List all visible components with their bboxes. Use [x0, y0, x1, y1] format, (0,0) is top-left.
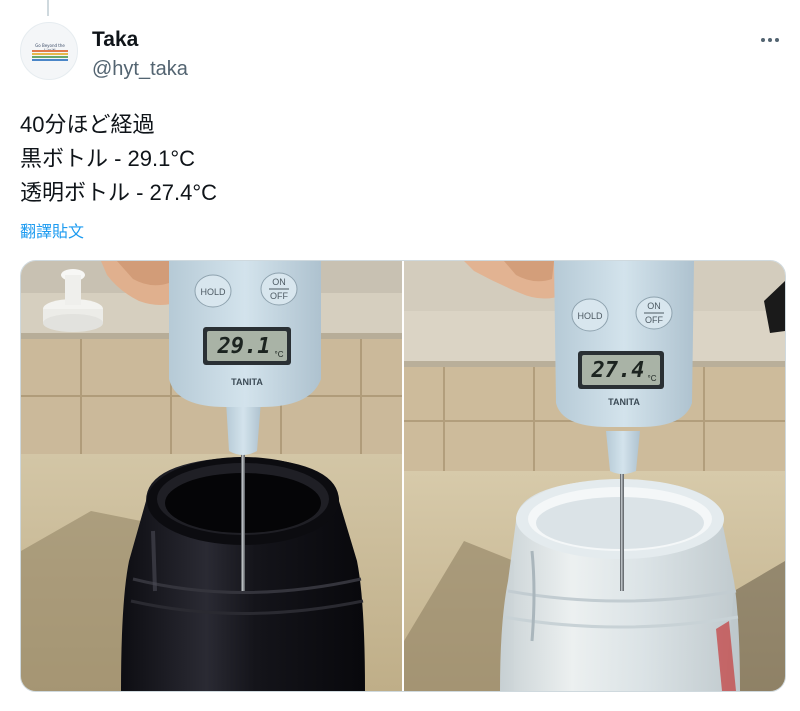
- brand-label: TANITA: [231, 377, 263, 387]
- translate-post-link[interactable]: 翻譯貼文: [20, 218, 84, 242]
- more-icon: [761, 38, 765, 42]
- tweet-line: 透明ボトル - 27.4°C: [20, 180, 218, 205]
- media-grid: HOLD ON OFF 29.1 °C TANITA HOLD ON OFF 2…: [20, 260, 786, 692]
- photo-black-bottle-image: HOLD ON OFF 29.1 °C TANITA: [21, 261, 402, 691]
- photo-clear-bottle-image: HOLD ON OFF 27.4 °C TANITA: [404, 261, 785, 691]
- temperature-reading: 29.1: [217, 334, 271, 359]
- avatar-stripes: [32, 50, 68, 62]
- on-label: ON: [272, 277, 286, 287]
- temperature-unit: °C: [275, 350, 284, 359]
- hold-button-label: HOLD: [577, 311, 603, 321]
- off-label: OFF: [645, 315, 663, 325]
- photo-black-bottle[interactable]: HOLD ON OFF 29.1 °C TANITA: [21, 261, 402, 691]
- off-label: OFF: [270, 291, 288, 301]
- author-handle[interactable]: @hyt_taka: [92, 58, 188, 81]
- tweet-line: 黒ボトル - 29.1°C: [20, 146, 196, 171]
- avatar-stripe: [32, 53, 68, 55]
- brand-label: TANITA: [608, 397, 640, 407]
- photo-clear-bottle[interactable]: HOLD ON OFF 27.4 °C TANITA: [404, 261, 785, 691]
- avatar-stripe: [32, 50, 68, 52]
- on-label: ON: [647, 301, 661, 311]
- temperature-reading: 27.4: [591, 358, 645, 383]
- avatar-stripe: [32, 56, 68, 58]
- temperature-unit: °C: [648, 374, 657, 383]
- more-icon-dot: [768, 38, 772, 42]
- hold-button-label: HOLD: [200, 287, 226, 297]
- avatar-stripe: [32, 59, 68, 61]
- author-name[interactable]: Taka: [92, 28, 138, 52]
- tweet-body: 40分ほど経過 黒ボトル - 29.1°C 透明ボトル - 27.4°C: [20, 108, 217, 210]
- more-icon-dot: [775, 38, 779, 42]
- avatar[interactable]: Go Beyond the Limit!: [20, 22, 78, 80]
- thread-connector-line: [47, 0, 49, 16]
- tweet-line: 40分ほど経過: [20, 112, 155, 137]
- more-options-button[interactable]: [752, 22, 788, 58]
